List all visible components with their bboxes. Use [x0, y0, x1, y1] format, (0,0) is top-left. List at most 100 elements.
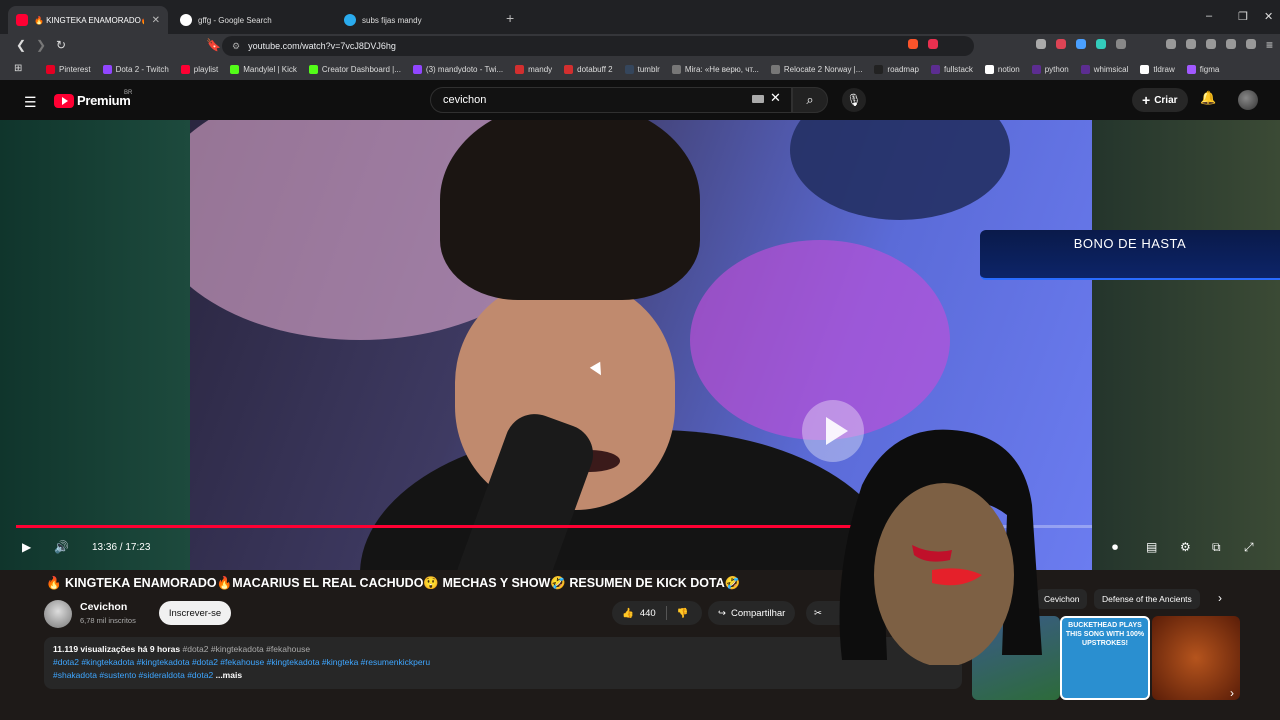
tab-telegram[interactable]: subs fijas mandy: [336, 6, 496, 34]
header-hashtags[interactable]: #dota2 #kingtekadota #fekahouse: [183, 644, 311, 654]
google-icon: [180, 14, 192, 26]
bookmark-icon[interactable]: 🔖: [206, 38, 221, 52]
maximize-icon[interactable]: ❐: [1238, 10, 1248, 23]
chevron-right-icon[interactable]: ›: [1230, 686, 1234, 700]
window-close-icon[interactable]: ✕: [1264, 10, 1273, 23]
tab-youtube[interactable]: 🔥 KINGTEKA ENAMORADO🔥M ✕: [8, 6, 168, 34]
thumbs-down-icon[interactable]: 👎: [677, 608, 689, 619]
search-button[interactable]: ⌕: [792, 87, 828, 113]
brave-shield-icon[interactable]: [908, 39, 918, 49]
subtitles-icon[interactable]: ▤: [1146, 540, 1157, 554]
tab-title: 🔥 KINGTEKA ENAMORADO🔥M: [34, 15, 144, 25]
bookmark-item[interactable]: Relocate 2 Norway |...: [770, 64, 862, 74]
video-thumbnail[interactable]: [1152, 616, 1240, 700]
bookmark-item[interactable]: dotabuff 2: [564, 64, 613, 74]
bookmark-label: python: [1044, 64, 1069, 74]
apps-icon[interactable]: ⊞: [14, 63, 22, 74]
bookmark-item[interactable]: whimsical: [1080, 64, 1128, 74]
subscribe-button[interactable]: Inscrever-se: [159, 601, 231, 625]
autoplay-toggle-icon[interactable]: ⏺: [1112, 540, 1118, 555]
bookmark-icon: [1080, 64, 1090, 74]
share-button[interactable]: ↪ Compartilhar: [708, 601, 796, 625]
leo-icon[interactable]: [1226, 39, 1236, 49]
bookmark-item[interactable]: python: [1031, 64, 1069, 74]
browser-tab-strip: 🔥 KINGTEKA ENAMORADO🔥M ✕ gffg - Google S…: [0, 0, 1280, 34]
description-box[interactable]: 11.119 visualizações há 9 horas #dota2 #…: [44, 637, 962, 689]
minimize-icon[interactable]: –: [1206, 10, 1212, 22]
forward-icon[interactable]: ❯: [36, 38, 46, 52]
bookmark-item[interactable]: Mira: «Не верю, чт...: [671, 64, 759, 74]
bookmark-item[interactable]: notion: [984, 64, 1020, 74]
ad-overlay[interactable]: BONO DE HASTA: [980, 230, 1280, 280]
search-input[interactable]: cevichon: [430, 87, 792, 113]
tab-google[interactable]: gffg - Google Search: [172, 6, 332, 34]
bookmark-icon: [102, 64, 112, 74]
bookmark-icon: [1031, 64, 1041, 74]
bookmark-item[interactable]: fullstack: [931, 64, 973, 74]
chip-dota[interactable]: Defense of the Ancients: [1094, 589, 1200, 609]
more-link[interactable]: ...mais: [216, 670, 242, 680]
description-hashtags[interactable]: #dota2 #kingtekadota #kingtekadota #dota…: [53, 656, 953, 669]
create-button[interactable]: + Criar: [1132, 88, 1188, 112]
channel-avatar[interactable]: [44, 600, 72, 628]
progress-fill: [16, 525, 858, 528]
bookmark-item[interactable]: mandy: [515, 64, 552, 74]
extension-icon[interactable]: [1056, 39, 1066, 49]
keyboard-icon[interactable]: [752, 95, 764, 103]
new-tab-button[interactable]: +: [506, 10, 514, 26]
bookmark-item[interactable]: Mandylel | Kick: [230, 64, 297, 74]
search-icon: ⌕: [806, 92, 814, 107]
bookmark-item[interactable]: tumblr: [624, 64, 660, 74]
time-display: 13:36 / 17:23: [92, 542, 151, 553]
description-hashtags[interactable]: #shakadota #sustento #sideraldota #dota2: [53, 670, 213, 680]
bookmark-item[interactable]: figma: [1186, 64, 1219, 74]
search-value: cevichon: [443, 94, 487, 106]
video-thumbnail[interactable]: BUCKETHEAD PLAYS THIS SONG WITH 100% UPS…: [1060, 616, 1150, 700]
voice-search-button[interactable]: 🎙: [842, 88, 866, 112]
play-icon[interactable]: ▶: [22, 540, 31, 554]
extension-icon[interactable]: [1036, 39, 1046, 49]
bookmark-item[interactable]: Creator Dashboard |...: [308, 64, 401, 74]
chevron-right-icon[interactable]: ›: [1218, 591, 1222, 605]
bookmark-item[interactable]: (3) mandydoto - Twi...: [412, 64, 503, 74]
puzzle-icon[interactable]: [1116, 39, 1126, 49]
sidebar-icon[interactable]: [1186, 39, 1196, 49]
extension-icon[interactable]: [1096, 39, 1106, 49]
account-avatar[interactable]: [1238, 90, 1258, 110]
thumbs-up-icon[interactable]: 👍: [622, 608, 634, 619]
vpn-icon[interactable]: [1246, 39, 1256, 49]
address-bar[interactable]: ⚙ youtube.com/watch?v=7vcJ8DVJ6hg: [222, 36, 974, 56]
hamburger-menu-icon[interactable]: ☰: [24, 94, 37, 111]
extension-icon[interactable]: [1076, 39, 1086, 49]
bookmark-label: Pinterest: [59, 64, 91, 74]
fullscreen-icon[interactable]: ⤢: [1244, 540, 1254, 555]
plus-icon: +: [1142, 92, 1151, 108]
miniplayer-icon[interactable]: ⧉: [1212, 540, 1221, 555]
settings-icon[interactable]: ⚙: [1180, 540, 1191, 554]
channel-name[interactable]: Cevichon: [80, 601, 127, 613]
bookmark-item[interactable]: tldraw: [1140, 64, 1175, 74]
rewards-icon[interactable]: [928, 39, 938, 49]
site-info-icon[interactable]: ⚙: [232, 41, 240, 52]
background-blob: [790, 120, 1010, 220]
youtube-logo[interactable]: Premium BR: [54, 90, 132, 108]
bookmark-icon: [412, 64, 422, 74]
wallet-icon[interactable]: [1206, 39, 1216, 49]
bookmark-item[interactable]: playlist: [180, 64, 218, 74]
back-icon[interactable]: ❮: [16, 38, 26, 52]
bookmark-item[interactable]: Pinterest: [46, 64, 91, 74]
bookmark-item[interactable]: Dota 2 - Twitch: [102, 64, 169, 74]
microphone-icon: 🎙: [846, 93, 862, 107]
bookmark-item[interactable]: roadmap: [874, 64, 919, 74]
bookmark-icon: [931, 64, 940, 74]
close-icon[interactable]: ✕: [152, 15, 160, 26]
like-dislike-group[interactable]: 👍 440 👎: [612, 601, 702, 625]
menu-icon[interactable]: ≡: [1266, 38, 1273, 52]
clear-search-icon[interactable]: ✕: [770, 90, 781, 106]
reload-icon[interactable]: ↻: [56, 38, 66, 52]
notifications-bell-icon[interactable]: 🔔: [1200, 90, 1216, 106]
media-icon[interactable]: [1166, 39, 1176, 49]
volume-icon[interactable]: 🔊: [54, 540, 69, 554]
bookmarks-bar: ⊞ Pinterest Dota 2 - Twitch playlist Mandyl…: [0, 58, 1280, 80]
bookmark-label: Mira: «Не верю, чт...: [684, 64, 759, 74]
